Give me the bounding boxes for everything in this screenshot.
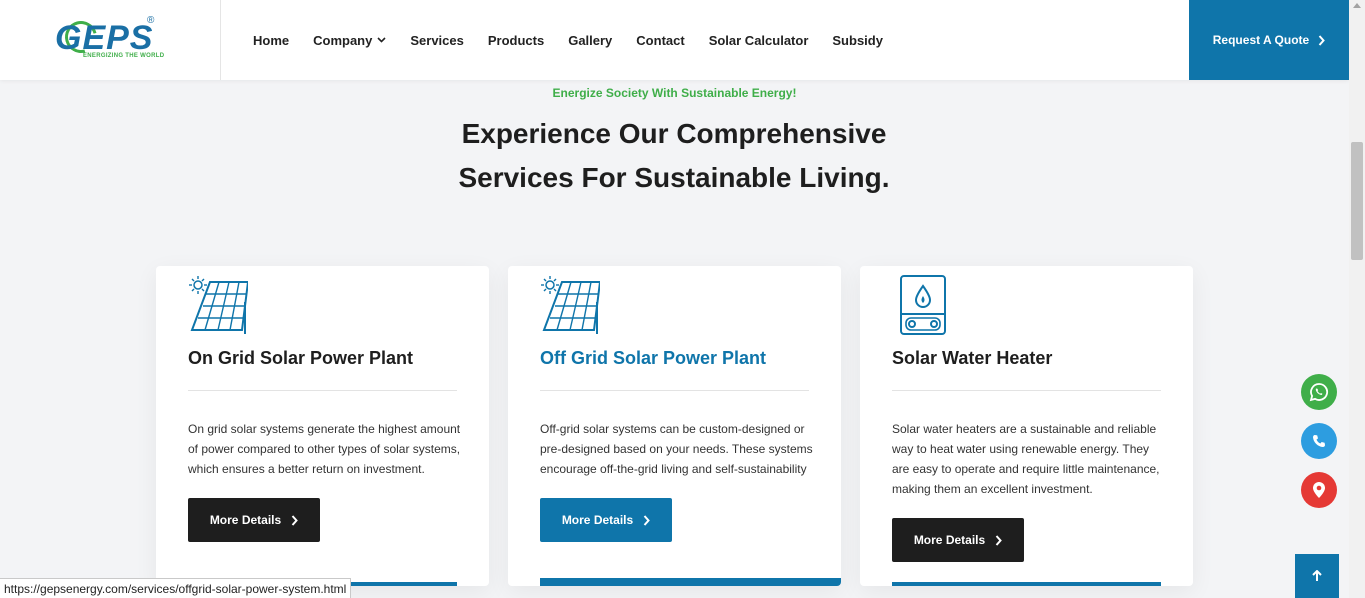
card-description: On grid solar systems generate the highe…	[188, 422, 461, 476]
nav-products[interactable]: Products	[488, 33, 544, 48]
card-title[interactable]: On Grid Solar Power Plant	[188, 348, 413, 369]
more-details-button[interactable]: More Details	[892, 518, 1024, 562]
more-details-button[interactable]: More Details	[188, 498, 320, 542]
card-title[interactable]: Off Grid Solar Power Plant	[540, 348, 766, 369]
section-tagline: Energize Society With Sustainable Energy…	[552, 86, 797, 100]
location-pin-icon	[1313, 482, 1325, 498]
nav-solar-calculator-label: Solar Calculator	[708, 32, 809, 48]
section-heading: Experience Our Comprehensive Services Fo…	[458, 118, 890, 193]
whatsapp-icon	[1309, 383, 1328, 402]
site-header: GEPS ® ENERGIZING THE WORLD Home Company…	[0, 0, 1349, 80]
chevron-right-icon	[291, 514, 299, 526]
chevron-right-icon	[1318, 34, 1326, 46]
scroll-up-arrow-icon[interactable]	[1353, 3, 1361, 8]
card-description: Solar water heaters are a sustainable an…	[892, 422, 1160, 496]
nav-contact-label: Contact	[636, 32, 685, 48]
geps-logo[interactable]: GEPS ® ENERGIZING THE WORLD	[55, 15, 165, 65]
location-button[interactable]	[1301, 472, 1337, 508]
solar-panel-icon	[189, 276, 248, 334]
card-divider	[540, 390, 809, 391]
scrollbar-thumb[interactable]	[1351, 142, 1363, 260]
nav-services-label: Services	[410, 32, 464, 48]
more-details-label: More Details	[561, 513, 634, 527]
registered-mark: ®	[147, 15, 155, 26]
nav-solar-calculator[interactable]: Solar Calculator	[709, 33, 809, 48]
nav-contact[interactable]: Contact	[636, 33, 684, 48]
status-bar-url: https://gepsenergy.com/services/offgrid-…	[0, 578, 352, 598]
nav-products-label: Products	[487, 32, 545, 48]
water-heater-icon	[900, 275, 946, 335]
logo-container: GEPS ® ENERGIZING THE WORLD	[0, 0, 221, 80]
nav-subsidy[interactable]: Subsidy	[832, 33, 883, 48]
request-quote-label: Request A Quote	[1212, 33, 1310, 47]
solar-panel-icon	[541, 276, 600, 334]
chevron-down-icon	[377, 37, 386, 43]
nav-home[interactable]: Home	[253, 33, 289, 48]
card-accent-bar	[540, 578, 841, 586]
main-nav: Home Company Services Products Gallery C…	[253, 0, 907, 80]
whatsapp-button[interactable]	[1301, 374, 1337, 410]
service-card-on-grid: On Grid Solar Power Plant On grid solar …	[156, 266, 489, 586]
more-details-label: More Details	[209, 513, 282, 527]
scroll-to-top-button[interactable]	[1295, 554, 1339, 598]
phone-icon	[1313, 435, 1325, 447]
more-details-button[interactable]: More Details	[540, 498, 672, 542]
service-card-off-grid: Off Grid Solar Power Plant Off-grid sola…	[508, 266, 841, 586]
card-title[interactable]: Solar Water Heater	[892, 348, 1052, 369]
nav-company[interactable]: Company	[313, 33, 386, 48]
card-accent-bar	[892, 582, 1161, 586]
phone-button[interactable]	[1301, 423, 1337, 459]
nav-home-label: Home	[253, 32, 290, 48]
card-description: Off-grid solar systems can be custom-des…	[540, 422, 813, 476]
page-scrollbar[interactable]	[1349, 0, 1365, 598]
request-quote-button[interactable]: Request A Quote	[1189, 0, 1349, 80]
card-divider	[188, 390, 457, 391]
chevron-right-icon	[995, 534, 1003, 546]
nav-company-label: Company	[313, 32, 373, 48]
nav-subsidy-label: Subsidy	[832, 32, 883, 48]
nav-gallery-label: Gallery	[568, 32, 613, 48]
chevron-right-icon	[643, 514, 651, 526]
more-details-label: More Details	[913, 533, 986, 547]
card-divider	[892, 390, 1161, 391]
service-card-water-heater: Solar Water Heater Solar water heaters a…	[860, 266, 1193, 586]
nav-services[interactable]: Services	[410, 33, 464, 48]
logo-tagline: ENERGIZING THE WORLD	[83, 53, 165, 59]
nav-gallery[interactable]: Gallery	[568, 33, 612, 48]
arrow-up-icon	[1312, 570, 1322, 581]
